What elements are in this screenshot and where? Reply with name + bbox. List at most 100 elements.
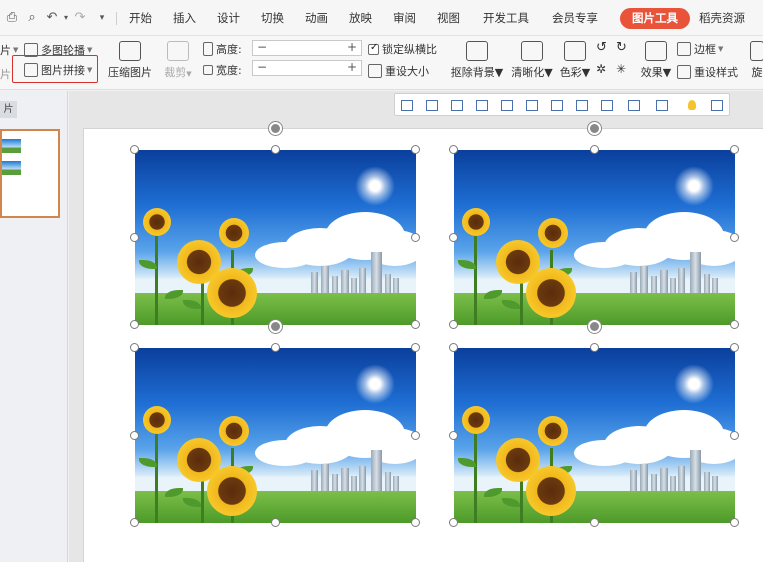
resize-handle[interactable] (411, 518, 420, 527)
crop-button[interactable]: 裁剪▼ (162, 41, 194, 80)
resize-handle[interactable] (449, 343, 458, 352)
remove-background-icon (466, 41, 488, 61)
width-increase-button[interactable]: + (345, 60, 359, 76)
resize-handle[interactable] (449, 320, 458, 329)
resize-handle[interactable] (130, 320, 139, 329)
sunflower-photo-1[interactable] (135, 150, 416, 325)
resize-handle[interactable] (589, 145, 599, 154)
align-right-icon[interactable] (450, 98, 464, 112)
partial-button-bottom: 片 (0, 68, 11, 81)
lock-aspect-ratio-checkbox[interactable]: 锁定纵横比 (368, 41, 437, 57)
tab-insert[interactable]: 插入 (173, 0, 196, 36)
tab-design[interactable]: 设计 (217, 0, 240, 36)
resize-handle[interactable] (730, 320, 739, 329)
tab-home[interactable]: 开始 (129, 0, 152, 36)
reset-size-button[interactable]: 重设大小 (368, 63, 429, 79)
reset-style-button[interactable]: 重设样式 (677, 64, 738, 80)
remove-background-button[interactable]: 抠除背景▼ (448, 41, 506, 80)
tab-view[interactable]: 视图 (437, 0, 460, 36)
rotate-handle[interactable] (268, 122, 282, 135)
resize-handle[interactable] (730, 343, 739, 352)
sun (355, 166, 395, 206)
width-field[interactable]: − + (252, 60, 362, 76)
resize-handle[interactable] (449, 518, 458, 527)
tab-membership[interactable]: 会员专享 (552, 0, 598, 36)
resize-handle[interactable] (130, 430, 139, 440)
color-icon (564, 41, 586, 61)
align-middle-icon[interactable] (500, 98, 514, 112)
resize-handle[interactable] (589, 518, 599, 527)
image-collage-button[interactable]: 图片拼接 ▼ (24, 62, 92, 78)
resize-handle[interactable] (411, 430, 420, 440)
resize-handle[interactable] (130, 232, 139, 242)
height-field[interactable]: − + (252, 40, 362, 56)
redo-icon[interactable]: ↷ (72, 10, 88, 26)
distribute-horizontal-icon[interactable] (550, 98, 564, 112)
rotate-handle[interactable] (587, 122, 601, 135)
rotate-right-icon[interactable]: ↻ (616, 40, 627, 55)
rotate-left-icon[interactable]: ↺ (596, 40, 607, 55)
rotate-handle[interactable] (268, 320, 282, 333)
resize-handle[interactable] (730, 430, 739, 440)
tab-picture-tools[interactable]: 图片工具 (620, 8, 690, 29)
print-preview-icon[interactable]: ⌕ (24, 10, 40, 26)
group-icon[interactable] (655, 98, 669, 112)
resize-handle[interactable] (270, 518, 280, 527)
resize-handle[interactable] (411, 343, 420, 352)
effects-button[interactable]: 效果▼ (640, 41, 672, 80)
align-top-icon[interactable] (475, 98, 489, 112)
resize-handle[interactable] (130, 343, 139, 352)
align-bottom-icon[interactable] (525, 98, 539, 112)
compress-picture-button[interactable]: 压缩图片 (106, 41, 154, 80)
border-button[interactable]: 边框 ▼ (677, 41, 723, 57)
align-left-icon[interactable] (400, 98, 414, 112)
resize-handle[interactable] (270, 343, 280, 352)
brightness-increase-icon[interactable]: ✲ (596, 62, 606, 76)
tab-developer[interactable]: 开发工具 (483, 0, 529, 36)
height-label: 高度: (203, 41, 242, 57)
sunflower-photo-4[interactable] (454, 348, 735, 523)
tab-review[interactable]: 审阅 (393, 0, 416, 36)
tab-slideshow[interactable]: 放映 (349, 0, 372, 36)
bulb-icon[interactable] (685, 98, 699, 112)
resize-handle[interactable] (130, 145, 139, 154)
sun (674, 166, 714, 206)
more-icon[interactable] (710, 98, 724, 112)
more-icon[interactable]: ▾ (94, 10, 110, 26)
resize-handle[interactable] (449, 145, 458, 154)
distribute-rows-icon[interactable] (600, 98, 614, 112)
resize-handle[interactable] (411, 232, 420, 242)
resize-handle[interactable] (130, 518, 139, 527)
rotate-handle[interactable] (587, 320, 601, 333)
crop-icon (167, 41, 189, 61)
resize-handle[interactable] (449, 232, 458, 242)
resize-handle[interactable] (589, 343, 599, 352)
color-button[interactable]: 色彩▼ (557, 41, 593, 80)
slides-tab[interactable]: 片 (0, 101, 17, 118)
tab-animation[interactable]: 动画 (305, 0, 328, 36)
resize-handle[interactable] (730, 232, 739, 242)
resize-handle[interactable] (730, 145, 739, 154)
crop-icon[interactable] (627, 98, 641, 112)
height-decrease-button[interactable]: − (255, 40, 269, 56)
sunflower-photo-3[interactable] (135, 348, 416, 523)
resize-handle[interactable] (270, 145, 280, 154)
tab-transitions[interactable]: 切换 (261, 0, 284, 36)
print-icon[interactable]: ⎙ (4, 10, 20, 26)
resize-handle[interactable] (730, 518, 739, 527)
width-decrease-button[interactable]: − (255, 60, 269, 76)
rotate-button[interactable]: 旋 (748, 41, 763, 80)
reset-style-icon (677, 65, 691, 79)
resize-handle[interactable] (411, 320, 420, 329)
effects-icon (645, 41, 667, 61)
slide-thumbnail-1[interactable] (0, 129, 60, 218)
tab-docer-resources[interactable]: 稻壳资源 (699, 0, 745, 36)
height-increase-button[interactable]: + (345, 40, 359, 56)
sharpen-button[interactable]: 清晰化▼ (509, 41, 555, 80)
resize-handle[interactable] (449, 430, 458, 440)
brightness-decrease-icon[interactable]: ✳ (616, 62, 626, 76)
distribute-vertical-icon[interactable] (575, 98, 589, 112)
align-center-icon[interactable] (425, 98, 439, 112)
resize-handle[interactable] (411, 145, 420, 154)
sunflower-photo-2[interactable] (454, 150, 735, 325)
